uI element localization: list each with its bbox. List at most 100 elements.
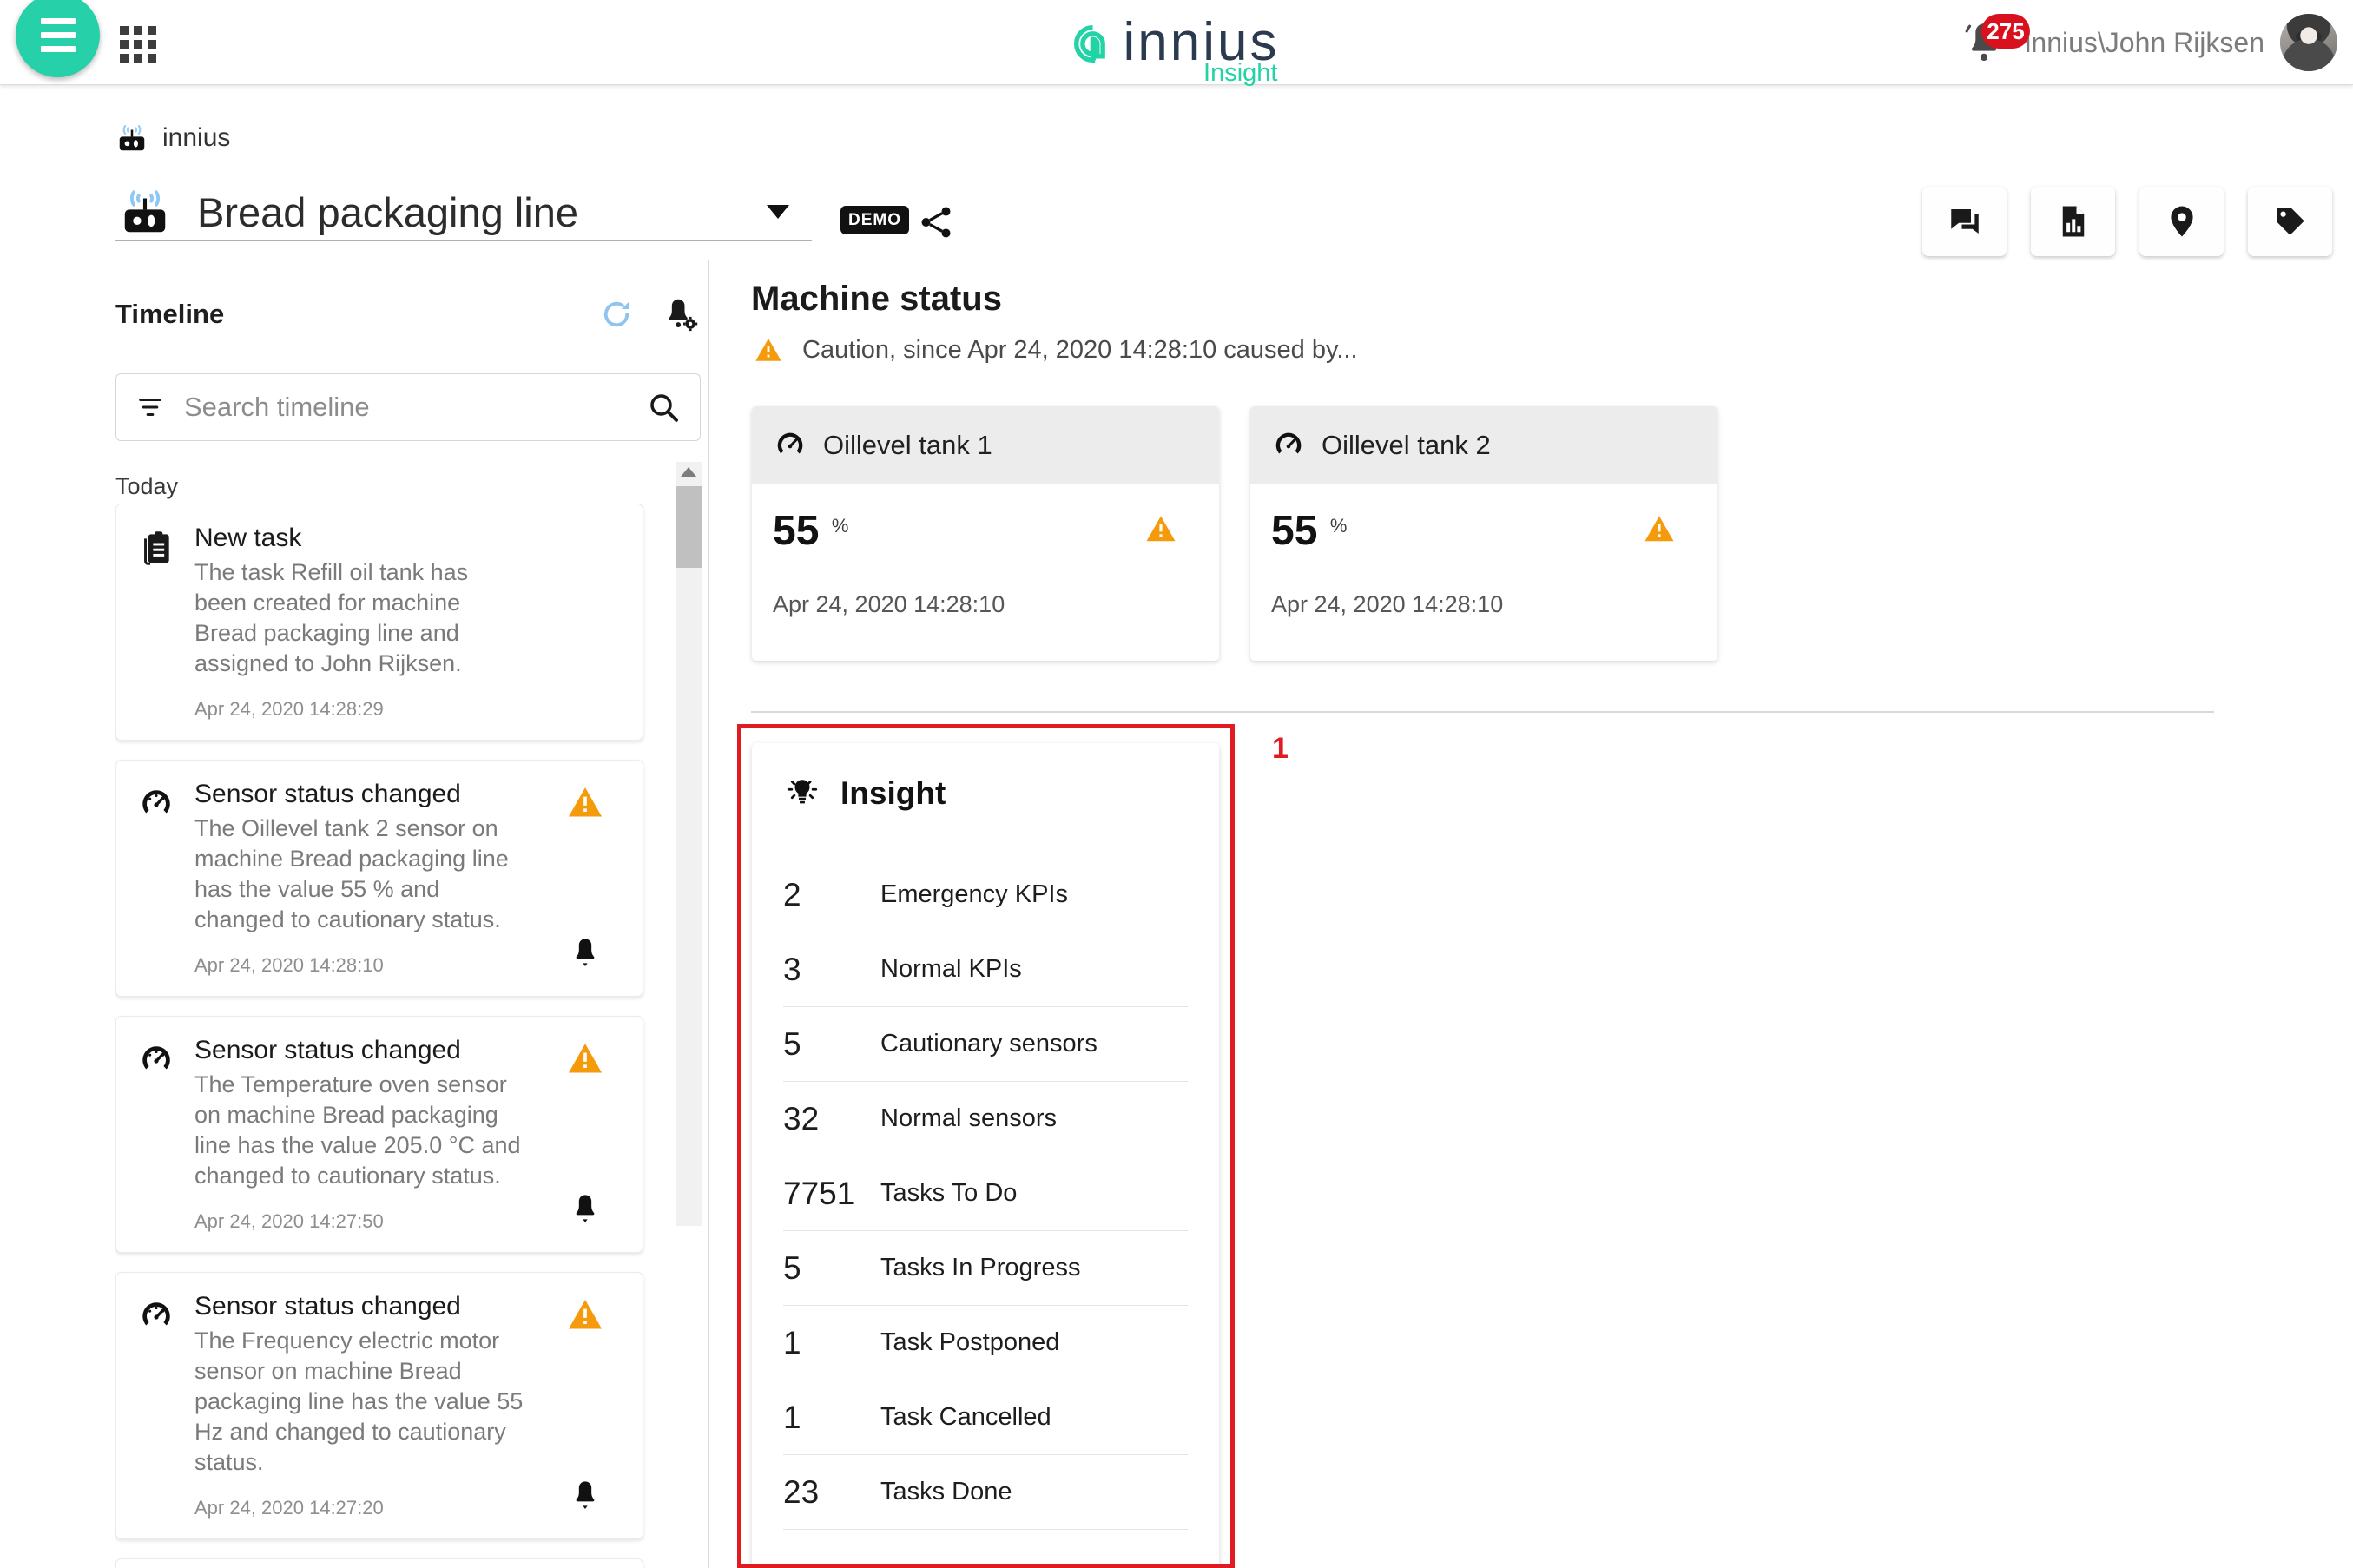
warning-triangle-icon bbox=[755, 338, 781, 361]
timeline-header: Timeline bbox=[115, 295, 699, 333]
insight-row[interactable]: 5 Tasks In Progress bbox=[783, 1231, 1188, 1306]
logo-wordmark: innius bbox=[1123, 12, 1280, 72]
warning-triangle-icon bbox=[1146, 516, 1176, 542]
timeline-scrollbar[interactable] bbox=[676, 462, 702, 1226]
hamburger-menu-icon[interactable] bbox=[16, 0, 100, 77]
demo-badge[interactable]: DEMO bbox=[840, 206, 909, 234]
sensor-name: Oillevel tank 2 bbox=[1322, 430, 1491, 460]
user-name-label: innius\John Rijksen bbox=[2025, 26, 2264, 58]
avatar[interactable] bbox=[2280, 14, 2337, 71]
insight-row[interactable]: 32 Normal sensors bbox=[783, 1082, 1188, 1156]
machine-action-bar bbox=[1922, 187, 2332, 256]
list-item-title: New task bbox=[194, 524, 302, 552]
hamburger-bar bbox=[40, 46, 76, 52]
list-item-description: The Temperature oven sensor on machine B… bbox=[194, 1071, 521, 1189]
location-button[interactable] bbox=[2139, 187, 2224, 256]
list-item[interactable]: Sensor status changed The Oillevel tank … bbox=[115, 760, 643, 997]
annotation-number-label: 1 bbox=[1272, 732, 1289, 765]
machine-name-label: Bread packaging line bbox=[197, 188, 578, 235]
map-pin-icon bbox=[2170, 206, 2193, 237]
scrollbar-thumb[interactable] bbox=[676, 486, 702, 568]
insight-label: Tasks Done bbox=[880, 1478, 1012, 1505]
machine-status-banner: Caution, since Apr 24, 2020 14:28:10 cau… bbox=[754, 335, 1358, 365]
list-item-title: Sensor status changed bbox=[194, 1036, 461, 1064]
insight-panel: Insight 2 Emergency KPIs 3 Normal KPIs 5… bbox=[752, 743, 1219, 1568]
search-icon[interactable] bbox=[646, 390, 681, 425]
insight-count: 23 bbox=[783, 1473, 820, 1510]
tag-icon bbox=[2277, 208, 2304, 235]
comments-button[interactable] bbox=[1922, 187, 2007, 256]
app-grid-icon[interactable] bbox=[120, 26, 156, 63]
refresh-icon[interactable] bbox=[598, 296, 635, 333]
gauge-sensor-icon bbox=[777, 432, 803, 454]
sensor-card[interactable]: Oillevel tank 1 55 % Apr 24, 2020 14:28:… bbox=[752, 406, 1219, 661]
insight-label: Task Cancelled bbox=[880, 1403, 1051, 1431]
gauge-sensor-icon bbox=[142, 1302, 170, 1326]
scroll-up-arrow-icon[interactable] bbox=[681, 467, 696, 477]
search-timeline-input[interactable]: Search timeline bbox=[115, 373, 701, 441]
breadcrumb-label: innius bbox=[162, 123, 231, 152]
insight-label: Normal KPIs bbox=[880, 955, 1022, 983]
document-chart-icon bbox=[2062, 206, 2084, 237]
insight-count: 5 bbox=[783, 1025, 801, 1062]
chat-bubble-icon bbox=[1950, 209, 1979, 234]
list-item-title: Sensor status changed bbox=[194, 1292, 461, 1321]
filter-icon bbox=[139, 399, 161, 416]
share-icon bbox=[921, 207, 951, 238]
warning-triangle-icon bbox=[568, 1300, 603, 1329]
tags-button[interactable] bbox=[2248, 187, 2332, 256]
insight-count: 5 bbox=[783, 1249, 801, 1286]
insight-title: Insight bbox=[840, 775, 946, 811]
insight-row[interactable]: 3 Normal KPIs bbox=[783, 932, 1188, 1007]
insight-row[interactable]: 2 Emergency KPIs bbox=[783, 858, 1188, 932]
insight-row[interactable]: 7751 Tasks To Do bbox=[783, 1156, 1188, 1231]
bell-icon[interactable] bbox=[568, 935, 603, 970]
list-item[interactable]: Sensor status changed The Frequency elec… bbox=[115, 1272, 643, 1539]
machine-radio-icon bbox=[124, 190, 166, 233]
chevron-down-icon[interactable] bbox=[767, 205, 789, 219]
vertical-divider bbox=[708, 260, 709, 1568]
list-item[interactable]: Sensor status changed The Oillevel tank … bbox=[115, 1558, 643, 1568]
insight-label: Tasks To Do bbox=[880, 1179, 1018, 1207]
insight-label: Cautionary sensors bbox=[880, 1030, 1097, 1057]
sensor-name: Oillevel tank 1 bbox=[823, 430, 992, 460]
warning-triangle-icon bbox=[568, 1044, 603, 1073]
insight-count: 1 bbox=[783, 1399, 801, 1435]
machine-selector[interactable]: Bread packaging line bbox=[115, 184, 812, 241]
gauge-sensor-icon bbox=[142, 790, 170, 814]
insight-count: 2 bbox=[783, 876, 801, 912]
logo-product-name: Insight bbox=[1203, 59, 1278, 87]
innius-logo-mark bbox=[1073, 25, 1105, 63]
insight-row[interactable]: 1 Task Postponed bbox=[783, 1306, 1188, 1380]
horizontal-divider bbox=[751, 711, 2214, 713]
insight-row[interactable]: 23 Tasks Done bbox=[783, 1455, 1188, 1530]
insight-count: 7751 bbox=[783, 1175, 855, 1211]
timeline-list: New task The task Refill oil tank has be… bbox=[115, 504, 702, 1568]
sensor-value: 55 bbox=[773, 508, 820, 554]
insight-label: Normal sensors bbox=[880, 1104, 1058, 1132]
breadcrumb[interactable]: innius bbox=[115, 122, 230, 155]
list-item[interactable]: Sensor status changed The Temperature ov… bbox=[115, 1016, 643, 1253]
insight-label: Emergency KPIs bbox=[880, 880, 1068, 908]
share-button[interactable] bbox=[916, 202, 956, 242]
insight-row[interactable]: 1 Task Cancelled bbox=[783, 1380, 1188, 1455]
sensor-value: 55 bbox=[1271, 508, 1318, 554]
list-item-timestamp: Apr 24, 2020 14:27:50 bbox=[194, 1210, 384, 1232]
bell-icon[interactable] bbox=[568, 1191, 603, 1226]
notification-count-badge: 275 bbox=[1981, 14, 2030, 49]
insight-label: Tasks In Progress bbox=[880, 1254, 1081, 1281]
sensor-card[interactable]: Oillevel tank 2 55 % Apr 24, 2020 14:28:… bbox=[1250, 406, 1717, 661]
list-item[interactable]: New task The task Refill oil tank has be… bbox=[115, 504, 643, 741]
insight-count: 1 bbox=[783, 1324, 801, 1360]
sensor-unit: % bbox=[1329, 515, 1348, 537]
bell-gear-icon[interactable] bbox=[661, 295, 699, 333]
bell-icon[interactable] bbox=[568, 1478, 603, 1512]
notification-bell-button[interactable]: 275 bbox=[1959, 14, 2030, 68]
top-app-bar: innius Insight 275 innius\John Rijksen bbox=[0, 0, 2353, 87]
insight-row[interactable]: 5 Cautionary sensors bbox=[783, 1007, 1188, 1082]
machine-radio-icon bbox=[119, 124, 145, 151]
reports-button[interactable] bbox=[2031, 187, 2115, 256]
list-item-description: The task Refill oil tank has been create… bbox=[194, 559, 469, 676]
warning-triangle-icon bbox=[568, 787, 603, 817]
sensor-timestamp: Apr 24, 2020 14:28:10 bbox=[773, 591, 1005, 617]
